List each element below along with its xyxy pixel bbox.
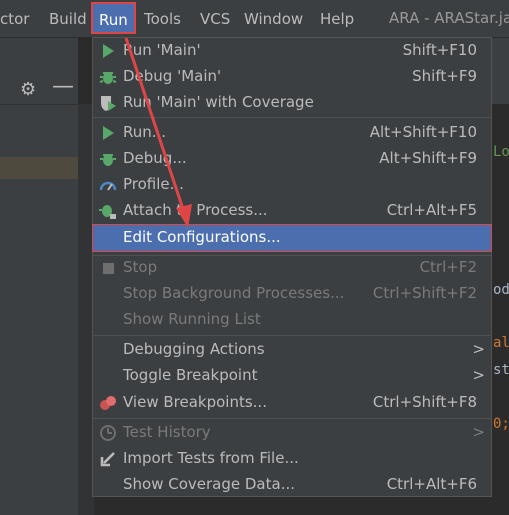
menu-item-run[interactable]: Run... Alt+Shift+F10 (93, 120, 491, 146)
submenu-arrow-icon: > (472, 423, 485, 441)
menu-item-toggle-breakpoint[interactable]: Toggle Breakpoint > (93, 363, 491, 389)
minus-icon[interactable]: — (52, 74, 74, 99)
menu-item-show-coverage-data[interactable]: Show Coverage Data... Ctrl+Alt+F6 (93, 472, 491, 498)
stop-icon (103, 263, 114, 274)
play-icon (103, 126, 114, 140)
menu-item-profile[interactable]: Profile... (93, 172, 491, 198)
project-panel (0, 38, 78, 515)
code-fragment: st (493, 362, 509, 378)
menu-item-test-history[interactable]: Test History > (93, 420, 491, 446)
run-menu-dropdown: Run 'Main' Shift+F10 Debug 'Main' Shift+… (92, 37, 492, 497)
menu-item-run-main[interactable]: Run 'Main' Shift+F10 (93, 38, 491, 64)
import-icon (100, 452, 115, 467)
attach-bug-icon (99, 205, 116, 219)
menu-refactor[interactable]: ctor (0, 9, 29, 29)
menu-item-run-with-coverage[interactable]: Run 'Main' with Coverage (93, 90, 491, 116)
code-fragment: 0; (493, 416, 509, 432)
menu-item-debug[interactable]: Debug... Alt+Shift+F9 (93, 146, 491, 172)
breakpoints-icon (100, 396, 116, 410)
menu-item-stop[interactable]: Stop Ctrl+F2 (93, 255, 491, 281)
menu-bar: ctor Build Run Tools VCS Window Help ARA… (0, 0, 509, 38)
menu-window[interactable]: Window (244, 9, 303, 29)
menu-item-show-running-list[interactable]: Show Running List (93, 307, 491, 333)
selected-tree-row[interactable] (0, 157, 78, 179)
menu-item-debugging-actions[interactable]: Debugging Actions > (93, 337, 491, 363)
menu-vcs[interactable]: VCS (200, 9, 230, 29)
menu-separator (93, 117, 491, 118)
coverage-shield-icon (101, 96, 116, 111)
menu-item-stop-background-processes[interactable]: Stop Background Processes... Ctrl+Shift+… (93, 281, 491, 307)
menu-item-debug-main[interactable]: Debug 'Main' Shift+F9 (93, 64, 491, 90)
menu-help[interactable]: Help (320, 9, 354, 29)
play-icon (103, 44, 114, 58)
editor-tab-strip (492, 38, 509, 104)
menu-run[interactable]: Run (91, 2, 136, 34)
menu-tools[interactable]: Tools (144, 9, 181, 29)
menu-item-edit-configurations[interactable]: Edit Configurations... (92, 224, 492, 252)
code-fragment: Lo (493, 144, 509, 160)
editor-area[interactable] (492, 104, 509, 515)
code-fragment: al (493, 335, 509, 351)
gear-icon[interactable]: ⚙ (20, 79, 36, 100)
menu-item-view-breakpoints[interactable]: View Breakpoints... Ctrl+Shift+F8 (93, 390, 491, 416)
bug-icon (99, 72, 117, 84)
menu-build[interactable]: Build (49, 9, 87, 29)
submenu-arrow-icon: > (472, 366, 485, 384)
submenu-arrow-icon: > (472, 340, 485, 358)
code-fragment: od (493, 282, 509, 298)
bug-icon (100, 154, 116, 166)
window-title: ARA - ARAStar.ja (389, 9, 509, 27)
menu-separator (93, 418, 491, 419)
menu-item-import-tests-from-file[interactable]: Import Tests from File... (93, 446, 491, 472)
menu-item-attach-to-process[interactable]: Attach to Process... Ctrl+Alt+F5 (93, 198, 491, 224)
clock-icon (100, 425, 116, 441)
gauge-icon (99, 181, 117, 191)
menu-separator (93, 335, 491, 336)
